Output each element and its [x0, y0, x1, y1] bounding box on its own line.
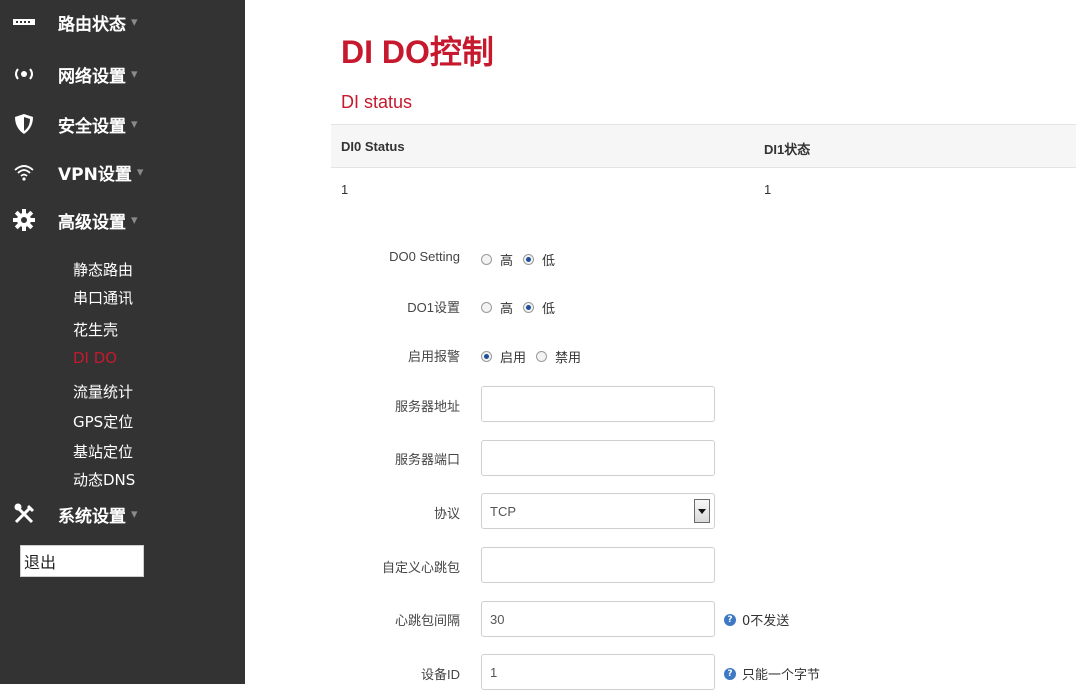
chevron-down-icon: ▾ — [131, 506, 138, 522]
radio-label: 启用 — [500, 351, 527, 366]
heartbeat-label: 自定义心跳包 — [381, 560, 460, 575]
shield-icon — [12, 112, 36, 136]
nav-advanced-settings[interactable]: 高级设置 ▾ — [12, 208, 138, 233]
di-status-table: DI0 Status DI1状态 1 1 — [331, 124, 1076, 210]
help-text: 0不发送 — [742, 614, 790, 629]
device-id-help: ? 只能一个字节 — [724, 664, 820, 683]
alarm-enable-radio[interactable] — [481, 351, 492, 362]
server-port-input[interactable] — [481, 440, 715, 476]
server-address-input[interactable] — [481, 386, 715, 422]
sidebar: 路由状态 ▾ 网络设置 ▾ 安全设置 ▾ VPN设置 ▾ 高级设置 ▾ 静态路由… — [0, 0, 245, 684]
protocol-select-value: TCP — [490, 503, 516, 519]
radio-label: 高 — [500, 302, 514, 317]
protocol-label: 协议 — [433, 506, 460, 521]
router-icon — [12, 10, 36, 34]
radio-label: 低 — [542, 254, 556, 269]
nav-security-settings[interactable]: 安全设置 ▾ — [12, 112, 138, 137]
help-icon[interactable]: ? — [724, 613, 736, 626]
server-port-label: 服务器端口 — [394, 452, 460, 467]
nav-router-status[interactable]: 路由状态 ▾ — [12, 10, 138, 35]
table-header-row: DI0 Status DI1状态 — [331, 124, 1076, 168]
sub-item-traffic[interactable]: 流量统计 — [73, 381, 133, 402]
do0-high-radio[interactable] — [481, 254, 492, 265]
chevron-down-icon: ▾ — [131, 116, 138, 132]
table-cell-di0: 1 — [341, 182, 349, 197]
wireless-icon — [12, 62, 36, 86]
gear-icon — [12, 208, 36, 232]
page-title-rest: 控制 — [429, 34, 494, 70]
sub-item-serial[interactable]: 串口通讯 — [73, 287, 133, 308]
do0-radio-group: 高 低 — [481, 250, 565, 269]
chevron-down-icon: ▾ — [136, 164, 144, 180]
nav-label: 高级设置 — [58, 212, 126, 233]
tools-icon — [12, 502, 36, 526]
radio-label: 高 — [500, 254, 514, 269]
nav-label: 路由状态 — [58, 14, 126, 35]
section-title: DI status — [341, 92, 413, 112]
device-id-input[interactable]: 1 — [481, 654, 715, 690]
sub-item-gps[interactable]: GPS定位 — [73, 411, 133, 432]
chevron-down-icon: ▾ — [131, 212, 138, 228]
alarm-label: 启用报警 — [407, 349, 460, 364]
chevron-down-icon: ▾ — [131, 66, 138, 82]
chevron-down-icon: ▾ — [131, 14, 138, 30]
sub-item-cell-location[interactable]: 基站定位 — [73, 441, 133, 462]
nav-label: 安全设置 — [58, 116, 126, 137]
nav-network-settings[interactable]: 网络设置 ▾ — [12, 62, 138, 87]
alarm-radio-group: 启用 禁用 — [481, 347, 591, 366]
protocol-select[interactable]: TCP — [481, 493, 715, 529]
logout-button[interactable]: 退出 — [20, 545, 144, 577]
sub-item-ddns[interactable]: 动态DNS — [73, 469, 135, 490]
radio-label: 低 — [542, 302, 556, 317]
help-icon[interactable]: ? — [724, 667, 736, 680]
nav-label: VPN设置 — [58, 164, 132, 185]
nav-vpn-settings[interactable]: VPN设置 ▾ — [12, 160, 144, 185]
do1-high-radio[interactable] — [481, 302, 492, 313]
sub-item-static-route[interactable]: 静态路由 — [73, 259, 133, 280]
radio-label: 禁用 — [555, 351, 582, 366]
do1-label: DO1设置 — [407, 300, 460, 315]
server-address-label: 服务器地址 — [394, 399, 460, 414]
chevron-down-icon[interactable] — [694, 499, 710, 523]
page-title: DI DO控制 — [341, 27, 494, 73]
do1-low-radio[interactable] — [523, 302, 535, 313]
heartbeat-interval-input[interactable]: 30 — [481, 601, 715, 637]
sub-item-oray[interactable]: 花生壳 — [73, 319, 118, 340]
do0-low-radio[interactable] — [523, 254, 535, 265]
wifi-icon — [12, 160, 36, 184]
nav-system-settings[interactable]: 系统设置 ▾ — [12, 502, 138, 527]
do0-label: DO0 Setting — [389, 249, 460, 264]
table-row: 1 1 — [331, 168, 1076, 210]
help-text: 只能一个字节 — [742, 668, 821, 683]
table-header-di1: DI1状态 — [764, 142, 811, 157]
heartbeat-interval-label: 心跳包间隔 — [394, 613, 460, 628]
do1-radio-group: 高 低 — [481, 298, 565, 317]
heartbeat-input[interactable] — [481, 547, 715, 583]
nav-label: 系统设置 — [58, 506, 126, 527]
device-id-label: 设备ID — [420, 667, 460, 682]
sub-item-di-do[interactable]: DI DO — [73, 349, 117, 367]
nav-label: 网络设置 — [58, 66, 126, 87]
heartbeat-interval-help: ? 0不发送 — [724, 610, 789, 629]
table-header-di0: DI0 Status — [341, 139, 405, 154]
page-title-bold: DI DO — [341, 34, 430, 70]
table-cell-di1: 1 — [764, 182, 772, 197]
alarm-disable-radio[interactable] — [536, 351, 548, 362]
